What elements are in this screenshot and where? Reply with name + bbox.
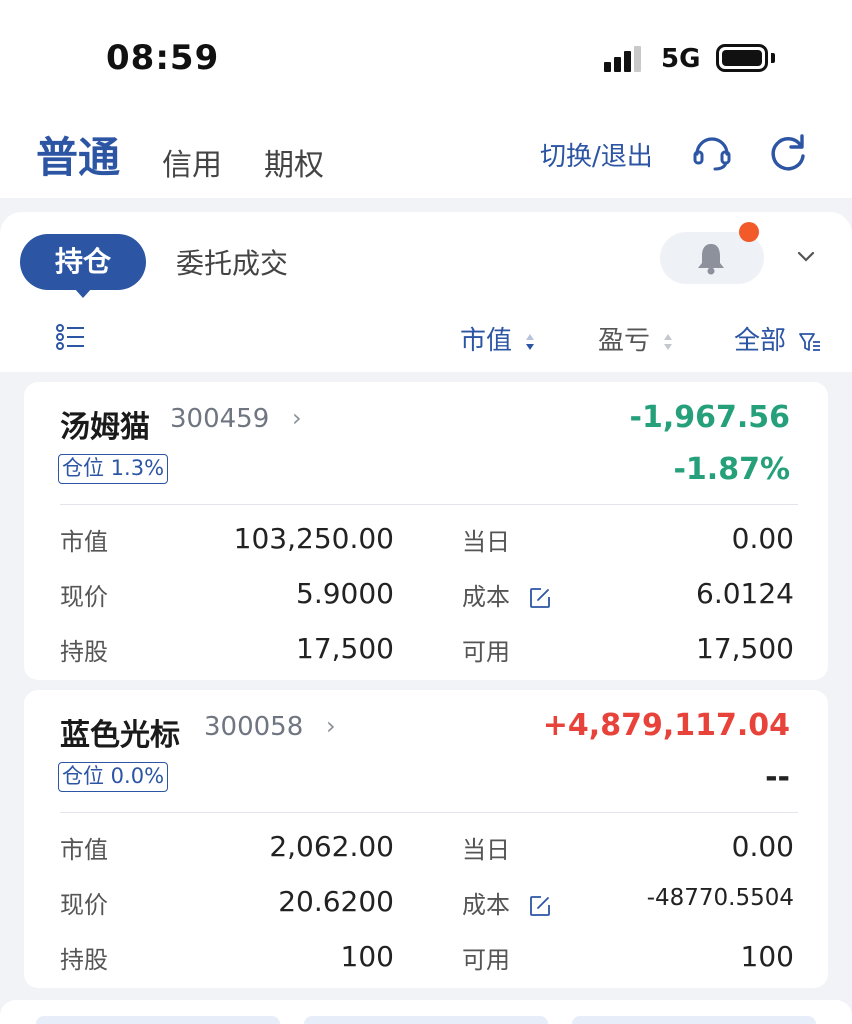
profit-loss-percent: --: [765, 760, 790, 795]
action-tile[interactable]: [304, 1016, 548, 1024]
stock-name: 汤姆猫: [60, 410, 150, 445]
status-bar: 08:59 5G: [0, 0, 852, 110]
profit-loss-percent: -1.87%: [673, 452, 790, 487]
market-value-label: 市值: [60, 528, 108, 556]
stock-code[interactable]: 300459: [170, 404, 269, 434]
tab-normal[interactable]: 普通: [36, 124, 120, 185]
divider: [60, 504, 798, 505]
position-weight-badge: 仓位 0.0%: [58, 762, 169, 792]
battery-icon: [716, 44, 768, 72]
list-view-icon[interactable]: [56, 324, 86, 354]
chevron-down-icon[interactable]: [796, 248, 816, 267]
available-label: 可用: [462, 638, 510, 666]
sort-arrows-icon: [664, 333, 673, 350]
filter-all-label: 全部: [734, 326, 787, 356]
chevron-right-icon[interactable]: ›: [326, 712, 336, 740]
shares-held: 17,500: [296, 632, 394, 665]
refresh-icon[interactable]: [766, 130, 810, 174]
today-pnl-label: 当日: [462, 836, 510, 864]
today-pnl: 0.00: [731, 522, 794, 555]
available-label: 可用: [462, 946, 510, 974]
market-value-label: 市值: [60, 836, 108, 864]
battery-cap: [771, 53, 775, 63]
notification-dot: [739, 222, 759, 242]
market-value: 103,250.00: [233, 522, 394, 555]
edit-icon[interactable]: [528, 894, 552, 918]
shares-label: 持股: [60, 946, 108, 974]
tab-positions[interactable]: 持仓: [20, 234, 146, 290]
sort-profit-loss-label: 盈亏: [598, 326, 651, 356]
clock: 08:59: [106, 38, 220, 78]
divider: [60, 812, 798, 813]
today-pnl-label: 当日: [462, 528, 510, 556]
tab-orders[interactable]: 委托成交: [176, 242, 288, 282]
position-card[interactable]: 汤姆猫 300459 › 仓位 1.3% -1,967.56 -1.87% 市值…: [24, 382, 828, 680]
sort-profit-loss[interactable]: 盈亏: [598, 320, 674, 357]
action-tile[interactable]: [36, 1016, 280, 1024]
sort-arrows-icon: [526, 333, 535, 350]
price-label: 现价: [60, 583, 108, 611]
today-pnl: 0.00: [731, 830, 794, 863]
stock-name: 蓝色光标: [60, 718, 180, 753]
tab-options[interactable]: 期权: [264, 140, 324, 184]
cost-label-text: 成本: [462, 891, 510, 919]
bell-icon: [698, 244, 724, 275]
action-tile[interactable]: [572, 1016, 816, 1024]
profit-loss-amount: +4,879,117.04: [542, 708, 790, 743]
position-weight-badge: 仓位 1.3%: [58, 454, 169, 484]
active-tab-pointer: [74, 288, 92, 298]
cost-label: 成本: [462, 577, 552, 612]
price-label: 现价: [60, 891, 108, 919]
sort-market-value-label: 市值: [460, 326, 513, 356]
cost-label-text: 成本: [462, 583, 510, 611]
profit-loss-amount: -1,967.56: [629, 400, 791, 435]
headset-icon[interactable]: [690, 130, 734, 174]
signal-icon: [604, 46, 648, 72]
filter-icon: [799, 332, 821, 351]
position-card[interactable]: 蓝色光标 300058 › 仓位 0.0% +4,879,117.04 -- 市…: [24, 690, 828, 988]
cost-label: 成本: [462, 885, 552, 920]
bottom-action-row: [0, 1000, 852, 1024]
stock-code[interactable]: 300058: [204, 712, 303, 742]
chevron-right-icon[interactable]: ›: [292, 404, 302, 432]
positions-panel: 持仓 委托成交 市值 盈亏 全部: [0, 212, 852, 372]
current-price: 20.6200: [278, 885, 394, 918]
edit-icon[interactable]: [528, 586, 552, 610]
filter-all[interactable]: 全部: [734, 320, 822, 357]
shares-available: 100: [740, 940, 794, 973]
account-header: 普通 信用 期权 切换/退出: [0, 110, 852, 198]
cost-price: 6.0124: [696, 577, 794, 610]
tab-credit[interactable]: 信用: [162, 140, 222, 184]
sort-market-value[interactable]: 市值: [460, 320, 536, 357]
network-type: 5G: [661, 44, 701, 74]
switch-logout-link[interactable]: 切换/退出: [540, 136, 653, 173]
current-price: 5.9000: [296, 577, 394, 610]
shares-label: 持股: [60, 638, 108, 666]
cost-price: -48770.5504: [646, 885, 794, 911]
market-value: 2,062.00: [269, 830, 394, 863]
shares-held: 100: [340, 940, 394, 973]
shares-available: 17,500: [696, 632, 794, 665]
